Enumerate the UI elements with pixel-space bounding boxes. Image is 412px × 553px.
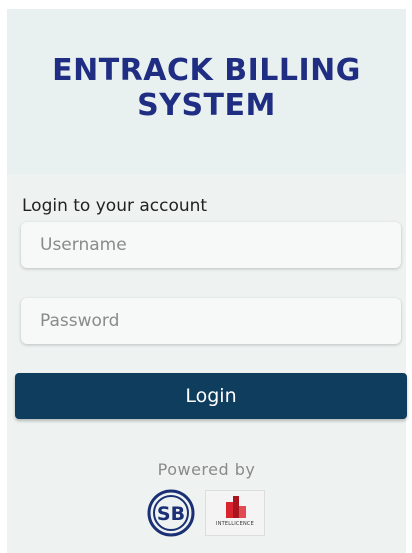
intellicence-mark-icon [226,496,246,518]
intellicence-logo-text: INTELLICENCE [216,521,254,527]
username-input[interactable] [21,222,401,268]
login-screen: ENTRACK BILLING SYSTEM Login to your acc… [7,9,407,553]
intellicence-logo-icon: INTELLICENCE [205,490,265,536]
app-title: ENTRACK BILLING SYSTEM [7,53,406,123]
app-header: ENTRACK BILLING SYSTEM [7,9,406,174]
password-input[interactable] [21,298,401,344]
app-title-line1: ENTRACK BILLING [52,53,361,88]
powered-by-label: Powered by [157,460,256,479]
sb-logo-icon: SB [147,489,195,537]
app-title-line2: SYSTEM [137,88,276,123]
sb-logo-text: SB [157,503,185,525]
login-heading: Login to your account [22,196,208,216]
login-button[interactable]: Login [15,373,407,419]
partner-logos: SB INTELLICENCE [147,489,265,537]
